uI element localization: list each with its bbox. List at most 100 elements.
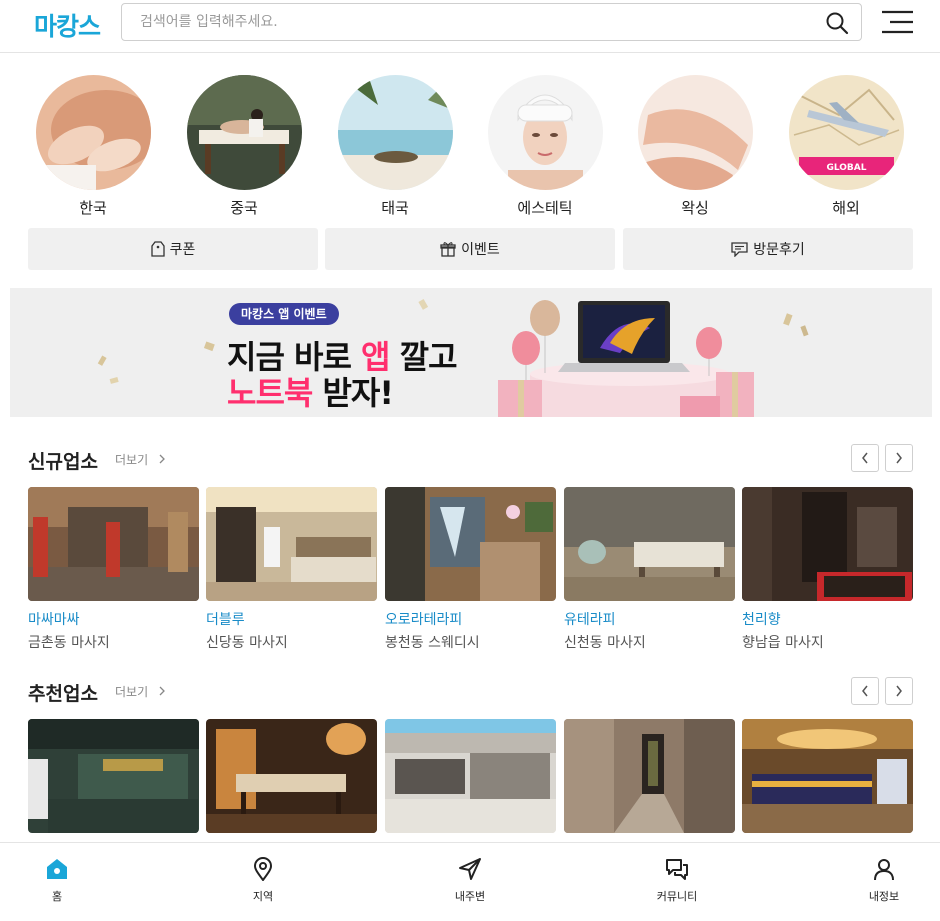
nav-region[interactable]: 지역 bbox=[218, 857, 308, 904]
place-thumbnail bbox=[28, 719, 199, 833]
place-card[interactable]: 유테라피 신천동 마사지 bbox=[564, 487, 735, 652]
category-image bbox=[35, 75, 151, 190]
recommended-place-card[interactable] bbox=[206, 719, 377, 833]
place-thumbnail bbox=[564, 487, 735, 601]
location-pin-icon bbox=[253, 857, 273, 881]
more-link-label: 더보기 bbox=[115, 453, 149, 467]
banner-headline-part: 깔고 bbox=[389, 338, 458, 376]
category-row: 한국 중국 태국 에스테틱 왁싱 GLOBAL 해외 bbox=[0, 75, 940, 220]
coupon-button[interactable]: 쿠폰 bbox=[28, 228, 318, 270]
recommended-places-next-button[interactable] bbox=[885, 677, 913, 705]
place-card[interactable]: 더블루 신당동 마사지 bbox=[206, 487, 377, 652]
home-icon bbox=[47, 859, 67, 879]
banner-illustration bbox=[10, 288, 932, 417]
nav-label: 내정보 bbox=[868, 890, 900, 903]
place-area: 향남읍 마사지 bbox=[742, 635, 824, 651]
more-link-label: 더보기 bbox=[115, 685, 149, 699]
app-page: 마캉스 한국 중국 태국 bbox=[0, 0, 940, 921]
category-thailand[interactable]: 태국 bbox=[320, 75, 470, 218]
place-name[interactable]: 마싸마싸 bbox=[28, 609, 199, 629]
recommended-place-card[interactable] bbox=[28, 719, 199, 833]
place-thumbnail bbox=[742, 719, 913, 833]
category-image: GLOBAL bbox=[788, 75, 904, 190]
hamburger-menu-icon[interactable] bbox=[882, 10, 914, 34]
banner-headline-2: 노트북 받자! bbox=[227, 368, 394, 414]
place-area: 금촌동 마사지 bbox=[28, 635, 110, 651]
nav-label: 지역 bbox=[252, 890, 274, 903]
new-places-more-link[interactable]: 더보기 bbox=[115, 451, 166, 468]
place-thumbnail bbox=[385, 487, 556, 601]
category-overseas[interactable]: GLOBAL 해외 bbox=[771, 75, 921, 218]
chevron-left-icon bbox=[862, 685, 868, 697]
place-area: 봉천동 스웨디시 bbox=[385, 635, 480, 651]
app-event-banner[interactable]: 마캉스 앱 이벤트 지금 바로 앱 깔고 노트북 받자! bbox=[10, 288, 932, 417]
category-image bbox=[637, 75, 753, 190]
bottom-navigation: 홈 지역 내주변 커뮤니티 내정보 bbox=[0, 842, 940, 921]
recommended-places-prev-button[interactable] bbox=[851, 677, 879, 705]
new-places-next-button[interactable] bbox=[885, 444, 913, 472]
banner-headline-part: 받자! bbox=[312, 374, 393, 412]
nav-label: 내주변 bbox=[454, 890, 486, 903]
category-label: 중국 bbox=[230, 199, 258, 217]
recommended-place-card[interactable] bbox=[385, 719, 556, 833]
review-button[interactable]: 방문후기 bbox=[623, 228, 913, 270]
chevron-right-icon bbox=[159, 454, 165, 464]
category-china[interactable]: 중국 bbox=[169, 75, 319, 218]
place-area: 신당동 마사지 bbox=[206, 635, 288, 651]
recommended-place-card[interactable] bbox=[742, 719, 913, 833]
category-label: 왁싱 bbox=[681, 199, 709, 217]
category-label: 에스테틱 bbox=[517, 199, 573, 217]
user-icon bbox=[874, 859, 894, 881]
review-chat-icon bbox=[731, 242, 748, 257]
nav-my-info[interactable]: 내정보 bbox=[839, 857, 929, 904]
new-places-title: 신규업소 bbox=[28, 451, 98, 473]
recommended-places-more-link[interactable]: 더보기 bbox=[115, 683, 166, 700]
event-button[interactable]: 이벤트 bbox=[325, 228, 615, 270]
nav-label: 커뮤니티 bbox=[656, 890, 698, 903]
place-thumbnail bbox=[206, 719, 377, 833]
global-badge-text: GLOBAL bbox=[826, 163, 866, 173]
category-label: 태국 bbox=[381, 199, 409, 217]
banner-tag: 마캉스 앱 이벤트 bbox=[229, 303, 339, 325]
nav-nearby[interactable]: 내주변 bbox=[425, 857, 515, 904]
top-header: 마캉스 bbox=[0, 0, 940, 53]
chevron-left-icon bbox=[862, 452, 868, 464]
chevron-right-icon bbox=[896, 685, 902, 697]
gift-icon bbox=[440, 242, 456, 257]
new-places-prev-button[interactable] bbox=[851, 444, 879, 472]
place-name[interactable]: 더블루 bbox=[206, 609, 377, 629]
category-label: 해외 bbox=[832, 199, 860, 217]
category-image bbox=[337, 75, 453, 190]
place-thumbnail bbox=[28, 487, 199, 601]
place-thumbnail bbox=[385, 719, 556, 833]
search-input[interactable] bbox=[140, 12, 790, 32]
place-area: 신천동 마사지 bbox=[564, 635, 646, 651]
place-card[interactable]: 천리향 향남읍 마사지 bbox=[742, 487, 913, 652]
send-arrow-icon bbox=[459, 858, 481, 880]
place-name[interactable]: 천리향 bbox=[742, 609, 913, 629]
review-label: 방문후기 bbox=[753, 242, 805, 258]
category-waxing[interactable]: 왁싱 bbox=[620, 75, 770, 218]
category-image bbox=[186, 75, 302, 190]
place-thumbnail bbox=[564, 719, 735, 833]
nav-home[interactable]: 홈 bbox=[12, 857, 102, 904]
search-icon[interactable] bbox=[825, 11, 849, 35]
chevron-right-icon bbox=[159, 686, 165, 696]
category-korea[interactable]: 한국 bbox=[18, 75, 168, 218]
place-card[interactable]: 마싸마싸 금촌동 마사지 bbox=[28, 487, 199, 652]
place-name[interactable]: 유테라피 bbox=[564, 609, 735, 629]
recommended-place-card[interactable] bbox=[564, 719, 735, 833]
place-card[interactable]: 오로라테라피 봉천동 스웨디시 bbox=[385, 487, 556, 652]
category-esthetic[interactable]: 에스테틱 bbox=[470, 75, 620, 218]
place-name[interactable]: 오로라테라피 bbox=[385, 609, 556, 629]
nav-community[interactable]: 커뮤니티 bbox=[632, 857, 722, 904]
banner-headline-accent: 노트북 bbox=[227, 374, 313, 412]
category-label: 한국 bbox=[79, 199, 107, 217]
coupon-label: 쿠폰 bbox=[169, 242, 196, 258]
category-image bbox=[487, 75, 603, 190]
app-logo[interactable]: 마캉스 bbox=[34, 7, 101, 43]
nav-label: 홈 bbox=[51, 890, 63, 903]
chevron-right-icon bbox=[896, 452, 902, 464]
recommended-places-title: 추천업소 bbox=[28, 683, 98, 705]
coupon-tag-icon bbox=[150, 241, 165, 257]
